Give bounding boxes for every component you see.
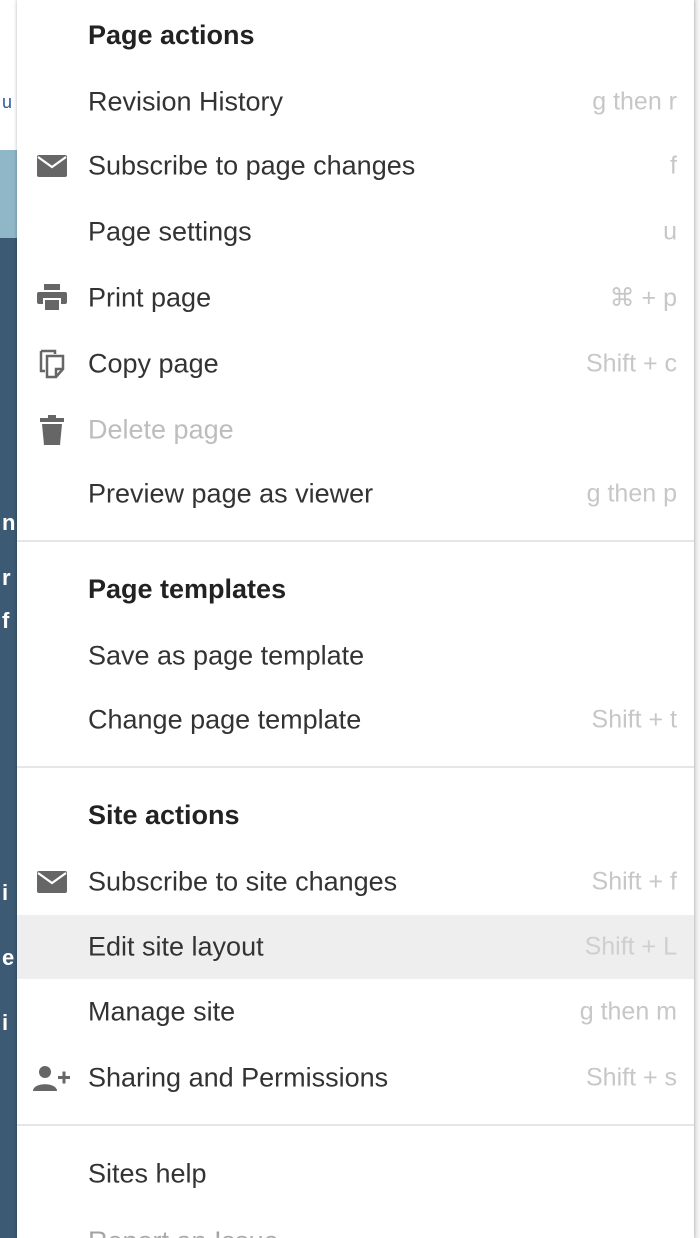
menu-item-label: Report an Issue bbox=[88, 1226, 279, 1238]
background-text-fragment: n bbox=[2, 510, 16, 535]
printer-icon bbox=[35, 281, 69, 315]
menu-item-shortcut: Shift + c bbox=[585, 349, 677, 378]
background-right-edge bbox=[694, 0, 700, 1238]
menu-item-label: Subscribe to site changes bbox=[88, 866, 398, 897]
background-text-fragment: r bbox=[2, 565, 11, 590]
menu-item-label: Page settings bbox=[88, 216, 252, 247]
background-text-fragment: f bbox=[2, 608, 10, 633]
menu-item-shortcut: Shift + t bbox=[591, 705, 677, 734]
menu-item-label: Change page template bbox=[88, 704, 362, 735]
menu-item-shortcut: g then m bbox=[579, 997, 677, 1026]
trash-icon bbox=[35, 413, 69, 447]
menu-item-shortcut: f bbox=[670, 151, 677, 180]
section-header-page-templates: Page templates bbox=[88, 574, 287, 604]
section-header-site-actions: Site actions bbox=[88, 800, 240, 830]
background-white-area bbox=[0, 0, 17, 150]
background-teal-band bbox=[0, 150, 17, 238]
menu-item-subscribe-page-changes[interactable]: Subscribe to page changes f bbox=[17, 135, 694, 197]
menu-item-shortcut: Shift + f bbox=[591, 867, 677, 896]
menu-item-copy-page[interactable]: Copy page Shift + c bbox=[17, 333, 694, 395]
menu-item-shortcut: u bbox=[663, 217, 677, 246]
menu-item-shortcut: Shift + L bbox=[584, 932, 677, 961]
more-actions-menu: Page actions Revision History g then r S… bbox=[17, 0, 694, 1238]
menu-item-manage-site[interactable]: Manage site g then m bbox=[17, 981, 694, 1043]
menu-item-sharing-and-permissions[interactable]: Sharing and Permissions Shift + s bbox=[17, 1047, 694, 1109]
menu-item-change-page-template[interactable]: Change page template Shift + t bbox=[17, 689, 694, 751]
menu-item-shortcut: g then p bbox=[586, 479, 677, 508]
envelope-icon bbox=[35, 149, 69, 183]
menu-item-revision-history[interactable]: Revision History g then r bbox=[17, 71, 694, 133]
menu-item-label: Print page bbox=[88, 282, 212, 313]
menu-item-save-as-page-template[interactable]: Save as page template bbox=[17, 625, 694, 687]
menu-item-label: Manage site bbox=[88, 996, 236, 1027]
menu-item-subscribe-site-changes[interactable]: Subscribe to site changes Shift + f bbox=[17, 851, 694, 913]
menu-item-label: Sharing and Permissions bbox=[88, 1062, 389, 1093]
menu-item-label: Preview page as viewer bbox=[88, 478, 374, 509]
menu-item-label: Sites help bbox=[88, 1158, 207, 1189]
menu-item-shortcut: ⌘ + p bbox=[609, 284, 677, 312]
envelope-icon bbox=[35, 865, 69, 899]
add-person-icon bbox=[31, 1061, 71, 1095]
background-text-fragment: e bbox=[2, 945, 15, 970]
menu-item-edit-site-layout[interactable]: Edit site layout Shift + L bbox=[17, 915, 694, 979]
menu-item-label: Delete page bbox=[88, 414, 234, 445]
menu-item-label: Copy page bbox=[88, 348, 219, 379]
background-text-fragment: u bbox=[2, 92, 13, 112]
background-text-fragment: i bbox=[2, 880, 9, 905]
menu-item-shortcut: g then r bbox=[592, 87, 677, 116]
menu-divider bbox=[17, 1124, 694, 1126]
menu-item-label: Save as page template bbox=[88, 640, 365, 671]
menu-item-preview-page-as-viewer[interactable]: Preview page as viewer g then p bbox=[17, 463, 694, 525]
background-page-strip: u n r f i e i bbox=[0, 0, 17, 1238]
menu-item-delete-page[interactable]: Delete page bbox=[17, 399, 694, 461]
menu-item-label: Revision History bbox=[88, 86, 284, 117]
menu-item-label: Subscribe to page changes bbox=[88, 150, 416, 181]
menu-divider bbox=[17, 766, 694, 768]
menu-item-label: Edit site layout bbox=[88, 931, 264, 962]
menu-item-report-an-issue[interactable]: Report an Issue bbox=[17, 1190, 694, 1238]
background-text-fragment: i bbox=[2, 1010, 9, 1035]
copy-icon bbox=[35, 347, 69, 381]
section-header-page-actions: Page actions bbox=[88, 20, 255, 50]
menu-divider bbox=[17, 540, 694, 542]
menu-item-page-settings[interactable]: Page settings u bbox=[17, 201, 694, 263]
menu-item-print-page[interactable]: Print page ⌘ + p bbox=[17, 267, 694, 329]
menu-item-shortcut: Shift + s bbox=[585, 1063, 677, 1092]
